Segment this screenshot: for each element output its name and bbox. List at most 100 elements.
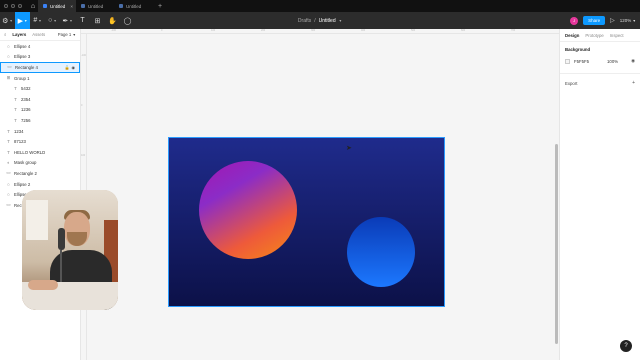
layer-name: 1234 — [14, 128, 24, 134]
layer-row[interactable]: T HELLO WORLD — [0, 147, 80, 158]
layer-name: Rectangle 4 — [15, 64, 38, 70]
hand-icon: ✋ — [108, 17, 117, 25]
tab-inspect[interactable]: Inspect — [610, 33, 624, 38]
avatar[interactable]: J — [570, 16, 579, 25]
add-export-icon[interactable]: + — [632, 80, 635, 86]
breadcrumb-separator: / — [314, 17, 316, 24]
zoom-dropdown[interactable]: 120% ▼ — [620, 18, 636, 23]
layer-name: 2354 — [21, 96, 31, 102]
layers-list: ○ Ellipse 4 ○ Ellipse 3 ▭ Rectangle 4 🔓 ◉ ⊞ Group… — [0, 41, 80, 211]
tab-assets[interactable]: Assets — [32, 32, 45, 37]
figma-file-icon — [119, 4, 123, 8]
layer-type-icon: ○ — [7, 181, 10, 187]
resources-button[interactable]: ⊞ — [90, 12, 105, 29]
layer-name: Mask group — [14, 160, 37, 166]
layer-type-icon: ◐ — [7, 160, 10, 166]
webcam-overlay — [22, 190, 118, 310]
ruler-top: -100 0 100 200 300 400 500 600 700 — [81, 29, 559, 34]
chevron-down-icon[interactable]: ▼ — [339, 19, 342, 23]
frame-tool-button[interactable]: # ▼ — [30, 12, 45, 29]
rectangle-4-frame[interactable] — [168, 137, 445, 307]
toolbar-right: J Share ▷ 120% ▼ — [570, 12, 636, 29]
help-button[interactable]: ? — [620, 340, 632, 352]
home-icon[interactable]: ⌂ — [28, 0, 38, 12]
eye-icon[interactable]: ◉ — [72, 65, 76, 70]
layer-row[interactable]: T 1234 — [0, 126, 80, 137]
pen-icon: ✒ — [62, 17, 69, 25]
present-play-icon[interactable]: ▷ — [610, 17, 615, 24]
layer-row[interactable]: T 2354 — [0, 94, 80, 105]
tab-prototype[interactable]: Prototype — [585, 33, 603, 38]
background-fill-row: F5F5F5 100% ◉ — [565, 58, 635, 64]
ellipse-purple-orange[interactable] — [199, 161, 297, 259]
close-tab-icon[interactable]: × — [70, 4, 73, 9]
breadcrumb-folder[interactable]: Drafts — [298, 18, 311, 24]
shape-tool-button[interactable]: ○ ▼ — [45, 12, 60, 29]
background-hex-input[interactable]: F5F5F5 — [574, 59, 589, 64]
layer-row[interactable]: T 7256 — [0, 115, 80, 126]
layer-type-icon: ▭ — [7, 64, 12, 70]
layer-type-icon: T — [7, 128, 10, 134]
layer-type-icon: T — [14, 107, 17, 113]
layer-type-icon: T — [14, 96, 17, 102]
left-panel-tabs: ⌕ Layers Assets Page 1 ▼ — [0, 29, 80, 41]
layer-type-icon: T — [7, 149, 10, 155]
layer-row[interactable]: ○ Ellipse 2 — [0, 179, 80, 190]
background-opacity-input[interactable]: 100% — [607, 59, 618, 64]
tab-layers[interactable]: Layers — [12, 32, 26, 37]
layer-name: Ellipse 4 — [14, 43, 31, 49]
mouse-cursor-icon: ➤ — [346, 145, 352, 152]
layer-name: Rectangle 2 — [14, 170, 37, 176]
layer-type-icon: ▭ — [6, 170, 11, 176]
resources-icon: ⊞ — [94, 17, 101, 25]
title-bar: ⌂ Untitled × Untitled Untitled + — [0, 0, 640, 12]
new-tab-button[interactable]: + — [152, 3, 162, 10]
page-selector[interactable]: Page 1 ▼ — [58, 32, 76, 37]
figma-file-icon — [43, 4, 47, 8]
layer-row[interactable]: ▭ Rectangle 4 🔓 ◉ — [0, 62, 80, 73]
layer-name: 7256 — [21, 117, 31, 123]
ellipse-blue[interactable] — [347, 217, 415, 287]
color-swatch[interactable] — [565, 58, 570, 64]
search-icon[interactable]: ⌕ — [4, 32, 6, 37]
comment-icon: ◯ — [123, 17, 132, 25]
layer-row[interactable]: ○ Ellipse 4 — [0, 41, 80, 52]
share-button[interactable]: Share — [583, 16, 606, 25]
comment-tool-button[interactable]: ◯ — [120, 12, 135, 29]
layer-row[interactable]: ⊞ Group 1 — [0, 73, 80, 84]
lock-icon[interactable]: 🔓 — [65, 65, 70, 70]
layer-name: 5432 — [21, 86, 31, 92]
layer-row[interactable]: ▭ Rectangle 2 — [0, 168, 80, 179]
hand-tool-button[interactable]: ✋ — [105, 12, 120, 29]
file-name[interactable]: Untitled — [319, 18, 336, 24]
figma-menu-icon: ⚙ — [2, 17, 9, 25]
text-icon: T — [80, 17, 85, 24]
layer-name: 87123 — [14, 139, 26, 145]
layer-name: Ellipse 2 — [14, 181, 31, 187]
layer-type-icon: ▭ — [6, 202, 11, 208]
layer-name: Ellipse 3 — [14, 54, 31, 60]
layer-name: 1236 — [21, 107, 31, 113]
design-panel: Design Prototype Inspect Background F5F5… — [559, 29, 640, 360]
tab-design[interactable]: Design — [565, 33, 579, 38]
layer-type-icon: ○ — [7, 54, 10, 60]
layer-row[interactable]: T 87123 — [0, 136, 80, 147]
eye-icon[interactable]: ◉ — [631, 58, 635, 64]
layer-row[interactable]: T 1236 — [0, 105, 80, 116]
layer-row[interactable]: ◐ Mask group — [0, 158, 80, 169]
layer-name: HELLO WORLD — [14, 149, 46, 155]
layer-type-icon: T — [7, 139, 10, 145]
pen-tool-button[interactable]: ✒ ▼ — [60, 12, 75, 29]
tab-untitled-1[interactable]: Untitled × — [38, 0, 76, 12]
layer-type-icon: T — [14, 117, 17, 123]
tab-untitled-3[interactable]: Untitled — [114, 0, 152, 12]
main-menu-button[interactable]: ⚙ ▼ — [0, 12, 15, 29]
tab-untitled-2[interactable]: Untitled — [76, 0, 114, 12]
frame-icon: # — [33, 17, 38, 24]
window-controls[interactable] — [0, 4, 28, 8]
layer-row[interactable]: ○ Ellipse 3 — [0, 52, 80, 63]
text-tool-button[interactable]: T — [75, 12, 90, 29]
layer-row[interactable]: T 5432 — [0, 83, 80, 94]
move-tool-button[interactable]: ▶ ▼ — [15, 12, 30, 29]
canvas-scrollbar[interactable] — [555, 144, 558, 344]
